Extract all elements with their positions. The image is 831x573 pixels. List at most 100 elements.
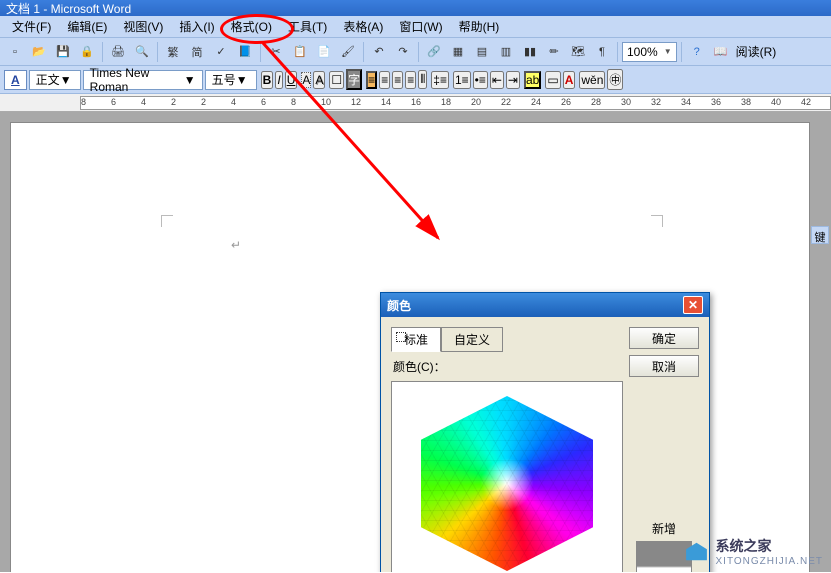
ruler-tick: 16 <box>411 97 421 107</box>
window-titlebar: 文档 1 - Microsoft Word <box>0 0 831 16</box>
menu-tools[interactable]: 工具(T) <box>280 15 335 38</box>
cancel-button[interactable]: 取消 <box>629 355 699 377</box>
excel-icon[interactable]: ▥ <box>495 41 517 63</box>
menu-help[interactable]: 帮助(H) <box>451 15 508 38</box>
style-combo[interactable]: 正文 ▼ <box>29 70 81 90</box>
font-combo[interactable]: Times New Roman ▼ <box>83 70 203 90</box>
ruler-tick: 4 <box>231 97 236 107</box>
margin-corner-tl <box>161 215 173 227</box>
research-icon[interactable]: 📘 <box>234 41 256 63</box>
enclose-char-button[interactable]: ㊥ <box>607 69 623 90</box>
open-icon[interactable]: 📂 <box>28 41 50 63</box>
paste-icon[interactable]: 📄 <box>313 41 335 63</box>
spell-icon[interactable]: ✓ <box>210 41 232 63</box>
align-center-button[interactable]: ≡ <box>379 71 390 89</box>
standard-toolbar: ▫ 📂 💾 🔒 🖨 🔍 繁 简 ✓ 📘 ✂ 📋 📄 🖌 ↶ ↷ 🔗 ▦ ▤ ▥ … <box>0 38 831 66</box>
simp-trad-icon[interactable]: 简 <box>186 41 208 63</box>
ruler-tick: 12 <box>351 97 361 107</box>
font-color-button[interactable]: A <box>563 71 576 89</box>
zoom-value: 100% <box>627 45 658 59</box>
ruler-tick: 20 <box>471 97 481 107</box>
align-right-button[interactable]: ≡ <box>392 71 403 89</box>
char-shade-button[interactable]: 字 <box>346 69 362 90</box>
format-painter-icon[interactable]: 🖌 <box>337 41 359 63</box>
ruler-tick: 2 <box>201 97 206 107</box>
phonetic-button[interactable]: wěn <box>579 71 605 89</box>
indent-button[interactable]: ⇥ <box>506 71 520 89</box>
new-doc-icon[interactable]: ▫ <box>4 41 26 63</box>
cut-icon[interactable]: ✂ <box>265 41 287 63</box>
shadow-a-button[interactable]: A <box>313 71 325 89</box>
menu-edit[interactable]: 编辑(E) <box>59 15 115 38</box>
ruler-tick: 26 <box>561 97 571 107</box>
insert-table-icon[interactable]: ▤ <box>471 41 493 63</box>
align-left-button[interactable]: ≡ <box>366 71 377 89</box>
style-indicator[interactable]: A <box>4 70 27 90</box>
ok-button[interactable]: 确定 <box>629 327 699 349</box>
table-grid-icon[interactable]: ▦ <box>447 41 469 63</box>
save-icon[interactable]: 💾 <box>52 41 74 63</box>
border-button[interactable]: ▭ <box>545 71 560 89</box>
dropdown-arrow-icon: ▼ <box>184 73 196 87</box>
preview-icon[interactable]: 🔍 <box>131 41 153 63</box>
document-workspace: ↵ 键 颜色 ✕ 标准 自定义 颜色(C)： <box>0 112 831 572</box>
copy-icon[interactable]: 📋 <box>289 41 311 63</box>
menu-bar: 文件(F) 编辑(E) 视图(V) 插入(I) 格式(O) 工具(T) 表格(A… <box>0 16 831 38</box>
distribute-button[interactable]: ⫴ <box>418 70 427 89</box>
ruler-tick: 24 <box>531 97 541 107</box>
style-value: 正文 <box>36 71 60 88</box>
zoom-combo[interactable]: 100% ▼ <box>622 42 677 62</box>
dropdown-arrow-icon: ▼ <box>664 47 672 56</box>
watermark-url: XITONGZHIJIA.NET <box>716 556 824 567</box>
hex-color-wheel[interactable] <box>407 396 607 571</box>
ruler-tick: 2 <box>171 97 176 107</box>
bullet-list-button[interactable]: •≡ <box>473 71 488 89</box>
read-mode-icon[interactable]: 📖 <box>710 41 732 63</box>
color-picker-panel <box>391 381 623 572</box>
close-button[interactable]: ✕ <box>683 296 703 314</box>
ruler-tick: 28 <box>591 97 601 107</box>
bold-button[interactable]: B <box>261 71 274 89</box>
watermark-brand: 系统之家 <box>716 536 824 556</box>
dialog-titlebar[interactable]: 颜色 ✕ <box>381 293 709 317</box>
outdent-button[interactable]: ⇤ <box>490 71 504 89</box>
menu-insert[interactable]: 插入(I) <box>171 15 222 38</box>
tab-standard[interactable]: 标准 <box>391 327 441 352</box>
menu-format[interactable]: 格式(O) <box>223 15 280 38</box>
doc-map-icon[interactable]: 🗺 <box>567 41 589 63</box>
tab-custom[interactable]: 自定义 <box>441 327 503 352</box>
ruler-tick: 38 <box>741 97 751 107</box>
numbered-list-button[interactable]: 1≡ <box>453 71 471 89</box>
menu-file[interactable]: 文件(F) <box>4 15 59 38</box>
watermark-logo-icon <box>684 541 710 563</box>
ruler-tick: 42 <box>801 97 811 107</box>
drawing-icon[interactable]: ✏ <box>543 41 565 63</box>
char-border-button[interactable]: ☐ <box>329 71 344 89</box>
read-mode-label[interactable]: 阅读(R) <box>734 43 779 60</box>
paragraph-mark-icon: ↵ <box>231 238 241 252</box>
print-icon[interactable]: 🖨 <box>107 41 129 63</box>
redo-icon[interactable]: ↷ <box>392 41 414 63</box>
menu-window[interactable]: 窗口(W) <box>391 15 450 38</box>
dropdown-arrow-icon: ▼ <box>236 73 248 87</box>
highlight-button[interactable]: ab <box>524 71 541 89</box>
menu-view[interactable]: 视图(V) <box>115 15 171 38</box>
underline-button[interactable]: U <box>285 71 298 89</box>
ruler-tick: 6 <box>261 97 266 107</box>
undo-icon[interactable]: ↶ <box>368 41 390 63</box>
ruler-tick: 8 <box>81 97 86 107</box>
line-spacing-button[interactable]: ‡≡ <box>431 71 449 89</box>
italic-button[interactable]: I <box>275 71 282 89</box>
help-icon[interactable]: ? <box>686 41 708 63</box>
separator <box>681 42 682 62</box>
menu-table[interactable]: 表格(A) <box>335 15 391 38</box>
align-justify-button[interactable]: ≡ <box>405 71 416 89</box>
columns-icon[interactable]: ▮▮ <box>519 41 541 63</box>
outline-a-button[interactable]: A <box>301 72 311 88</box>
permissions-icon[interactable]: 🔒 <box>76 41 98 63</box>
font-size-combo[interactable]: 五号 ▼ <box>205 70 257 90</box>
trad-simp-icon[interactable]: 繁 <box>162 41 184 63</box>
show-marks-icon[interactable]: ¶ <box>591 41 613 63</box>
hyperlink-icon[interactable]: 🔗 <box>423 41 445 63</box>
horizontal-ruler[interactable]: 8642246810121416182022242628303234363840… <box>0 94 831 112</box>
